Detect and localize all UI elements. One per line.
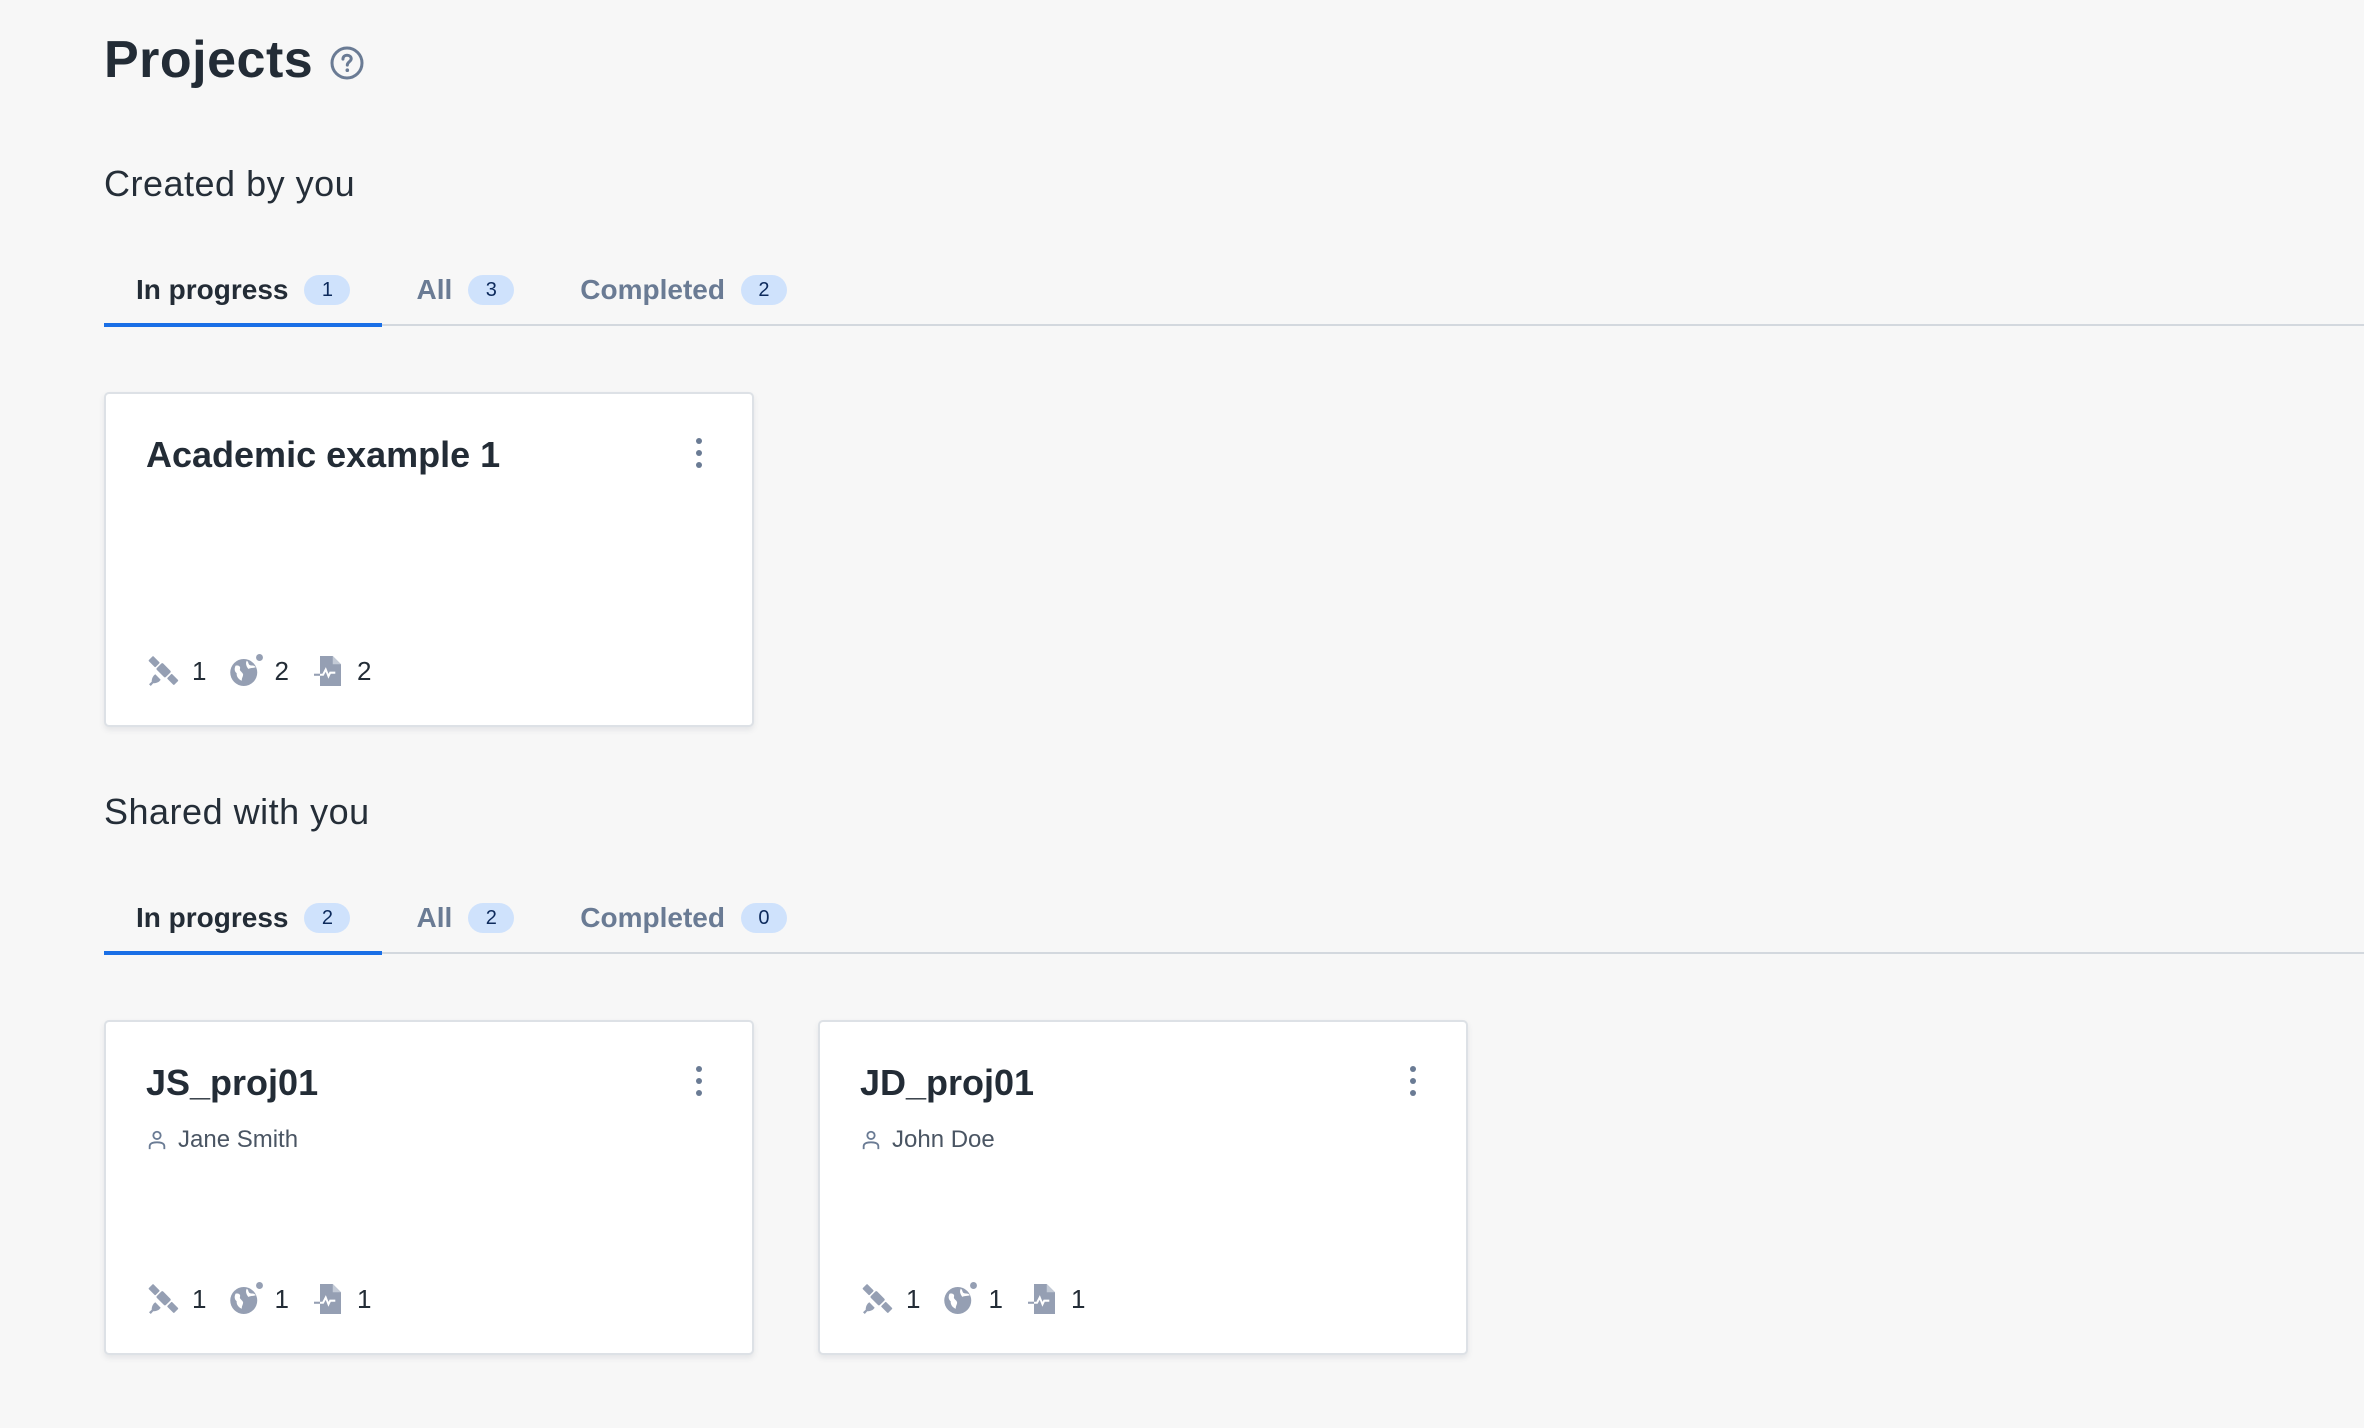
stat-value: 1 — [192, 1283, 207, 1314]
owner-name: Jane Smith — [178, 1126, 299, 1153]
section-heading-created: Created by you — [104, 163, 356, 204]
stat-value: 1 — [988, 1283, 1003, 1314]
tab-label: All — [416, 902, 453, 933]
stat-reports: 1 — [311, 1281, 371, 1317]
tab-label: In progress — [136, 902, 289, 933]
globe-icon — [228, 1281, 264, 1317]
shared-tab-completed[interactable]: Completed 0 — [548, 884, 819, 952]
more-options-icon[interactable] — [692, 438, 706, 468]
stat-reports: 2 — [311, 653, 371, 689]
document-pulse-icon — [311, 653, 347, 689]
project-stats: 1 2 2 — [146, 653, 393, 689]
stat-value: 1 — [356, 1283, 372, 1314]
stat-satellites: 1 — [860, 1281, 920, 1317]
created-tab-all[interactable]: All 3 — [384, 256, 546, 324]
more-options-icon[interactable] — [1406, 1066, 1420, 1096]
stat-value: 1 — [274, 1283, 289, 1314]
more-options-icon[interactable] — [692, 1066, 706, 1096]
stat-value: 2 — [356, 655, 372, 686]
stat-value: 2 — [274, 655, 289, 686]
stat-regions: 2 — [228, 653, 289, 689]
owner-name: John Doe — [892, 1126, 995, 1153]
globe-icon — [228, 653, 264, 689]
project-card[interactable]: Academic example 1 1 2 2 — [104, 392, 754, 727]
tab-label: Completed — [580, 274, 725, 305]
page-header: Projects — [104, 30, 365, 90]
tab-label: Completed — [580, 902, 725, 933]
project-title: Academic example 1 — [146, 434, 501, 475]
project-stats: 1 1 1 — [146, 1281, 393, 1317]
count-badge: 2 — [304, 903, 351, 933]
stat-value: 1 — [192, 655, 207, 686]
project-title: JS_proj01 — [146, 1062, 319, 1103]
project-title: JD_proj01 — [860, 1062, 1035, 1103]
stat-regions: 1 — [942, 1281, 1003, 1317]
created-tab-completed[interactable]: Completed 2 — [548, 256, 819, 324]
tab-label: In progress — [136, 274, 289, 305]
stat-reports: 1 — [1025, 1281, 1085, 1317]
stat-value: 1 — [906, 1283, 921, 1314]
created-tabbar: In progress 1 All 3 Completed 2 — [104, 256, 2364, 327]
created-tab-in-progress[interactable]: In progress 1 — [104, 256, 383, 327]
person-icon — [146, 1129, 168, 1151]
person-icon — [860, 1129, 882, 1151]
satellite-icon — [860, 1281, 896, 1317]
satellite-icon — [146, 1281, 182, 1317]
help-circle-icon[interactable] — [329, 45, 365, 81]
stat-satellites: 1 — [146, 653, 206, 689]
shared-tabbar: In progress 2 All 2 Completed 0 — [104, 884, 2364, 955]
page-title: Projects — [104, 31, 314, 89]
project-owner: John Doe — [860, 1126, 995, 1154]
document-pulse-icon — [1025, 1281, 1061, 1317]
project-stats: 1 1 1 — [860, 1281, 1107, 1317]
stat-satellites: 1 — [146, 1281, 206, 1317]
count-badge: 0 — [740, 903, 787, 933]
stat-regions: 1 — [228, 1281, 289, 1317]
count-badge: 2 — [740, 275, 787, 305]
project-owner: Jane Smith — [146, 1126, 298, 1154]
satellite-icon — [146, 653, 182, 689]
count-badge: 3 — [468, 275, 515, 305]
project-card[interactable]: JS_proj01 Jane Smith 1 1 1 — [104, 1020, 754, 1355]
tab-label: All — [416, 274, 453, 305]
shared-tab-all[interactable]: All 2 — [384, 884, 546, 952]
project-card[interactable]: JD_proj01 John Doe 1 1 1 — [818, 1020, 1468, 1355]
count-badge: 2 — [468, 903, 515, 933]
document-pulse-icon — [311, 1281, 347, 1317]
section-heading-shared: Shared with you — [104, 791, 370, 832]
count-badge: 1 — [304, 275, 351, 305]
stat-value: 1 — [1070, 1283, 1086, 1314]
shared-tab-in-progress[interactable]: In progress 2 — [104, 884, 383, 955]
globe-icon — [942, 1281, 978, 1317]
